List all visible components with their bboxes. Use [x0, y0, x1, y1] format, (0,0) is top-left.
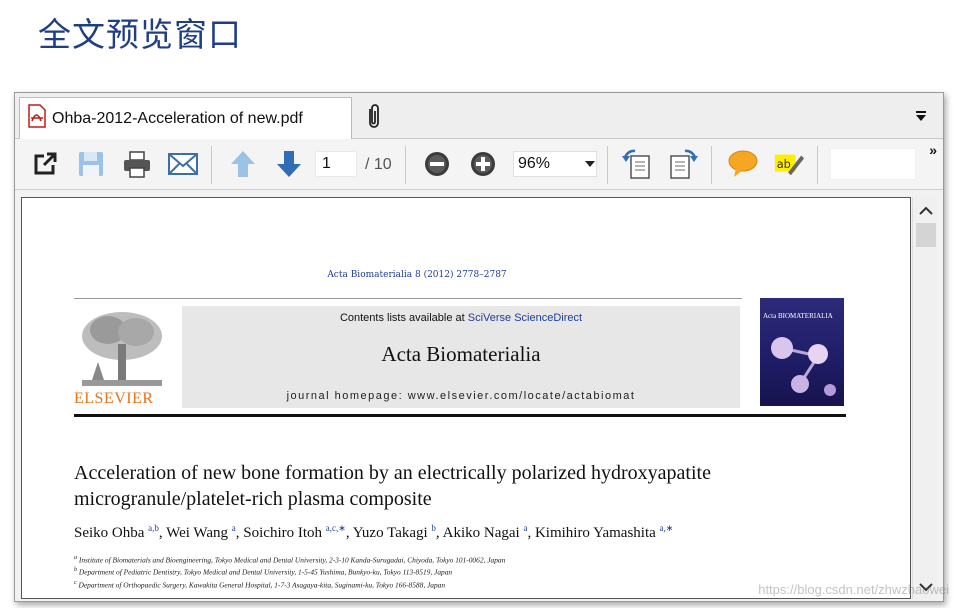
toolbar-search-field[interactable] — [830, 148, 916, 180]
zoom-dropdown-arrow-icon[interactable] — [581, 151, 599, 177]
header-thick-rule — [74, 414, 846, 417]
page-number-input[interactable]: 1 — [315, 151, 357, 177]
page-total: / 10 — [365, 156, 392, 173]
vertical-scrollbar[interactable] — [912, 197, 938, 599]
save-icon[interactable] — [75, 148, 107, 180]
document-tab[interactable]: Ohba-2012-Acceleration of new.pdf — [19, 97, 352, 139]
rotate-right-icon[interactable] — [667, 148, 699, 180]
author: Yuzo Takagi b, — [352, 523, 443, 541]
affiliation-list: a Institute of Biomaterials and Bioengin… — [74, 553, 505, 590]
rotate-left-icon[interactable] — [621, 148, 653, 180]
highlight-text-icon[interactable]: ab — [773, 148, 805, 180]
author: Seiko Ohba a,b, — [74, 523, 167, 541]
open-external-icon[interactable] — [29, 148, 61, 180]
tab-filename: Ohba-2012-Acceleration of new.pdf — [52, 109, 303, 127]
author: Akiko Nagai a, — [442, 523, 535, 541]
author: Soichiro Itoh a,c,∗, — [243, 523, 353, 541]
toolbar-separator — [607, 146, 608, 184]
zoom-in-icon[interactable] — [467, 148, 499, 180]
journal-homepage: journal homepage: www.elsevier.com/locat… — [286, 390, 636, 402]
contents-prefix: Contents lists available at — [339, 312, 468, 324]
sciencedirect-link[interactable]: SciVerse ScienceDirect — [468, 312, 582, 324]
toolbar-separator — [711, 146, 712, 184]
watermark: https://blog.csdn.net/zhwzhaowei — [758, 582, 949, 597]
pdf-file-icon — [26, 104, 48, 133]
author-list: Seiko Ohba a,b, Wei Wang a, Soichiro Ito… — [74, 523, 874, 542]
journal-reference: Acta Biomaterialia 8 (2012) 2778–2787 — [327, 270, 507, 280]
author: Wei Wang a, — [166, 523, 244, 541]
print-icon[interactable] — [121, 148, 153, 180]
toolbar-separator — [211, 146, 212, 184]
tab-list-menu-icon[interactable] — [915, 109, 927, 121]
journal-banner: Contents lists available at SciVerse Sci… — [182, 306, 740, 408]
toolbar-separator — [817, 146, 818, 184]
publisher-name: ELSEVIER — [74, 390, 154, 407]
journal-name: Acta Biomaterialia — [381, 342, 541, 366]
document-page[interactable]: Acta Biomaterialia 8 (2012) 2778–2787 EL… — [21, 197, 911, 599]
affiliation: a Institute of Biomaterials and Bioengin… — [74, 555, 506, 565]
contents-line: Contents lists available at SciVerse Sci… — [182, 312, 740, 324]
article-title: Acceleration of new bone formation by an… — [74, 462, 711, 510]
next-page-icon[interactable] — [273, 148, 305, 180]
previous-page-icon[interactable] — [227, 148, 259, 180]
author: Kimihiro Yamashita a,∗ — [534, 523, 674, 541]
scrollbar-thumb[interactable] — [916, 223, 936, 247]
toolbar-separator — [405, 146, 406, 184]
email-icon[interactable] — [167, 148, 199, 180]
toolbar-overflow-button[interactable]: » — [929, 142, 937, 158]
journal-cover-image: Acta BIOMATERIALIA — [760, 298, 844, 406]
scroll-up-arrow-icon[interactable] — [919, 203, 933, 215]
tab-bar: Ohba-2012-Acceleration of new.pdf — [15, 93, 943, 139]
affiliation: b Department of Pediatric Dentistry, Tok… — [74, 567, 453, 577]
pdf-viewer-window: Ohba-2012-Acceleration of new.pdf 1 / 10… — [14, 92, 944, 602]
comment-icon[interactable] — [727, 148, 759, 180]
affiliation: c Department of Orthopaedic Surgery, Kaw… — [74, 579, 446, 590]
attachment-icon[interactable] — [361, 103, 385, 131]
page-heading: 全文预览窗口 — [38, 15, 242, 54]
zoom-out-icon[interactable] — [421, 148, 453, 180]
svg-text:ab: ab — [777, 158, 791, 171]
header-rule — [74, 298, 742, 299]
toolbar: 1 / 10 96% ab » — [15, 140, 943, 190]
